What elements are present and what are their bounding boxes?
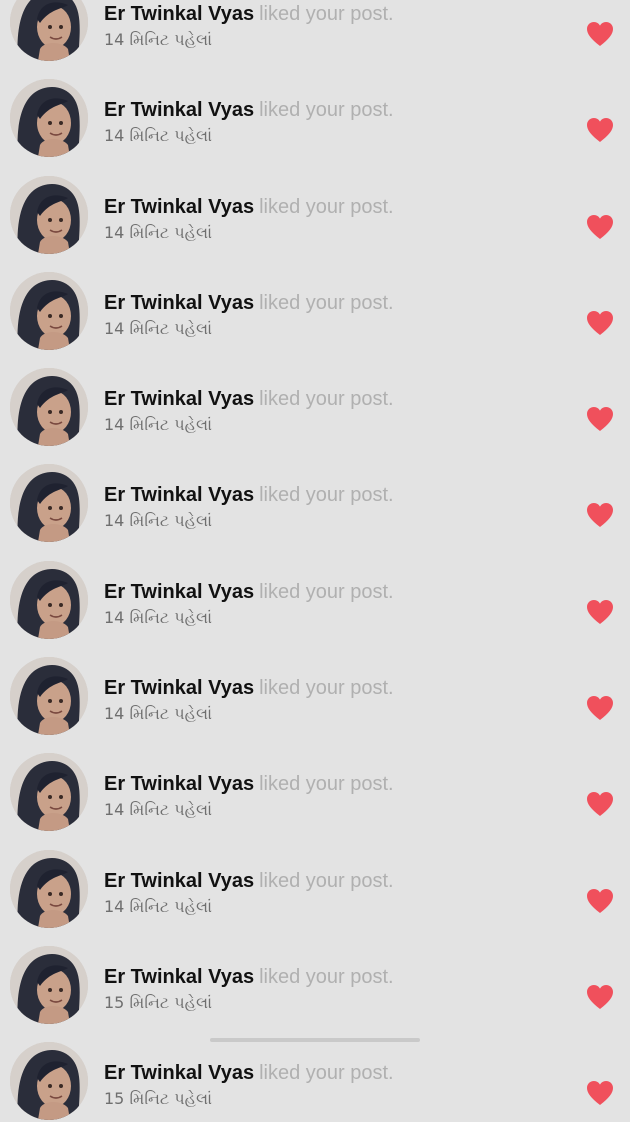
heart-icon: [587, 696, 613, 721]
avatar[interactable]: [10, 560, 88, 639]
notification-row[interactable]: Er Twinkal Vyas liked your post. 14 મિનિટ…: [0, 544, 630, 640]
avatar[interactable]: [10, 175, 88, 254]
heart-icon: [587, 22, 613, 46]
avatar[interactable]: [10, 0, 88, 61]
heart-icon: [587, 407, 613, 432]
notification-row[interactable]: Er Twinkal Vyas liked your post. 14 મિનિટ…: [0, 351, 630, 447]
user-name[interactable]: Er Twinkal Vyas: [104, 388, 254, 410]
avatar[interactable]: [10, 1042, 88, 1121]
timestamp: 14 મિનિટ પહેલાં: [104, 607, 213, 627]
heart-icon: [587, 888, 613, 913]
timestamp: 14 મિનિટ પહેલાં: [104, 126, 213, 146]
heart-icon: [587, 1081, 613, 1106]
notification-row[interactable]: Er Twinkal Vyas liked your post. 14 મિનિટ…: [0, 736, 630, 832]
notification-text: Er Twinkal Vyas liked your post. 15 મિનિટ…: [104, 1061, 394, 1109]
user-name[interactable]: Er Twinkal Vyas: [104, 292, 254, 314]
notification-row[interactable]: Er Twinkal Vyas liked your post. 14 મિનિટ…: [0, 0, 630, 62]
notification-row[interactable]: Er Twinkal Vyas liked your post. 14 મિનિટ…: [0, 255, 630, 351]
notification-list: Er Twinkal Vyas liked your post. 14 મિનિટ…: [0, 0, 630, 1122]
user-name[interactable]: Er Twinkal Vyas: [104, 966, 254, 988]
avatar[interactable]: [10, 368, 88, 447]
action-text: liked your post.: [259, 965, 394, 988]
avatar[interactable]: [10, 753, 88, 832]
user-name[interactable]: Er Twinkal Vyas: [104, 870, 254, 892]
user-name[interactable]: Er Twinkal Vyas: [104, 1062, 254, 1084]
avatar[interactable]: [10, 849, 88, 928]
action-text: liked your post.: [259, 388, 394, 411]
action-text: liked your post.: [259, 580, 394, 603]
timestamp: 14 મિનિટ પહેલાં: [104, 896, 213, 916]
notification-row[interactable]: Er Twinkal Vyas liked your post. 15 મિનિટ…: [0, 929, 630, 1025]
action-text: liked your post.: [259, 99, 394, 122]
timestamp: 14 મિનિટ પહેલાં: [104, 800, 213, 820]
user-name[interactable]: Er Twinkal Vyas: [104, 773, 254, 795]
action-text: liked your post.: [259, 291, 394, 314]
avatar[interactable]: [10, 79, 88, 158]
notification-row[interactable]: Er Twinkal Vyas liked your post. 14 મિનિટ…: [0, 447, 630, 543]
avatar[interactable]: [10, 945, 88, 1024]
user-name[interactable]: Er Twinkal Vyas: [104, 484, 254, 506]
notification-row[interactable]: Er Twinkal Vyas liked your post. 14 મિનિટ…: [0, 159, 630, 255]
notification-row[interactable]: Er Twinkal Vyas liked your post. 14 મિનિટ…: [0, 640, 630, 736]
notification-text: Er Twinkal Vyas liked your post. 14 મિનિટ…: [104, 291, 394, 339]
timestamp: 14 મિનિટ પહેલાં: [104, 30, 213, 49]
notification-row[interactable]: Er Twinkal Vyas liked your post. 14 મિનિટ…: [0, 833, 630, 929]
action-text: liked your post.: [259, 773, 394, 796]
notification-row[interactable]: Er Twinkal Vyas liked your post. 14 મિનિટ…: [0, 62, 630, 158]
notification-text: Er Twinkal Vyas liked your post. 14 મિનિટ…: [104, 483, 394, 531]
notification-text: Er Twinkal Vyas liked your post. 14 મિનિટ…: [104, 580, 394, 628]
action-text: liked your post.: [259, 3, 394, 25]
user-name[interactable]: Er Twinkal Vyas: [104, 196, 254, 218]
user-name[interactable]: Er Twinkal Vyas: [104, 3, 254, 25]
timestamp: 14 મિનિટ પહેલાં: [104, 222, 213, 242]
heart-icon: [587, 310, 613, 335]
notification-text: Er Twinkal Vyas liked your post. 14 મિનિટ…: [104, 195, 394, 243]
action-text: liked your post.: [259, 1062, 394, 1085]
timestamp: 15 મિનિટ પહેલાં: [104, 992, 213, 1012]
notification-text: Er Twinkal Vyas liked your post. 14 મિનિટ…: [104, 869, 394, 917]
notification-text: Er Twinkal Vyas liked your post. 14 મિનિટ…: [104, 387, 394, 435]
heart-icon: [587, 503, 613, 528]
notification-text: Er Twinkal Vyas liked your post. 14 મિનિટ…: [104, 2, 394, 50]
timestamp: 14 મિનિટ પહેલાં: [104, 318, 213, 338]
user-name[interactable]: Er Twinkal Vyas: [104, 677, 254, 699]
heart-icon: [587, 214, 613, 239]
action-text: liked your post.: [259, 869, 394, 892]
notification-text: Er Twinkal Vyas liked your post. 14 મિનિટ…: [104, 772, 394, 820]
timestamp: 14 મિનિટ પહેલાં: [104, 704, 213, 724]
action-text: liked your post.: [259, 484, 394, 507]
notification-text: Er Twinkal Vyas liked your post. 15 મિનિટ…: [104, 965, 394, 1013]
heart-icon: [587, 984, 613, 1009]
notification-text: Er Twinkal Vyas liked your post. 14 મિનિટ…: [104, 98, 394, 146]
action-text: liked your post.: [259, 677, 394, 700]
avatar[interactable]: [10, 271, 88, 350]
user-name[interactable]: Er Twinkal Vyas: [104, 581, 254, 603]
scrollbar[interactable]: [210, 1038, 420, 1042]
action-text: liked your post.: [259, 195, 394, 218]
heart-icon: [587, 118, 613, 143]
heart-icon: [587, 792, 613, 817]
timestamp: 14 મિનિટ પહેલાં: [104, 415, 213, 435]
avatar[interactable]: [10, 464, 88, 543]
timestamp: 15 મિનિટ પહેલાં: [104, 1089, 213, 1109]
timestamp: 14 મિનિટ પહેલાં: [104, 511, 213, 531]
notification-text: Er Twinkal Vyas liked your post. 14 મિનિટ…: [104, 676, 394, 724]
avatar[interactable]: [10, 657, 88, 736]
user-name[interactable]: Er Twinkal Vyas: [104, 99, 254, 121]
heart-icon: [587, 599, 613, 624]
